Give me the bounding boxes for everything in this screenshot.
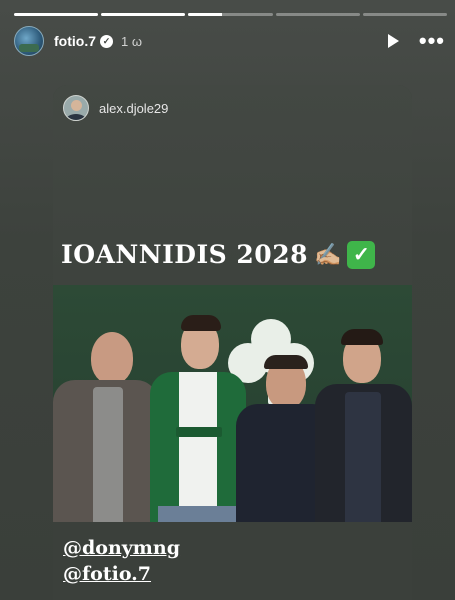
shared-post-username[interactable]: alex.djole29 [99, 101, 168, 116]
mention-list: @donymng @fotio.7 [63, 535, 180, 587]
verified-badge-icon: ✓ [100, 34, 113, 48]
more-icon[interactable]: ••• [419, 30, 445, 52]
progress-segment [188, 13, 273, 16]
headline-text: IOANNIDIS 2028 [61, 240, 308, 269]
progress-segment [275, 13, 360, 16]
mention-tag[interactable]: @donymng [63, 535, 180, 561]
person-left [53, 285, 163, 522]
progress-segment [14, 13, 99, 16]
signing-photo [53, 285, 412, 522]
play-icon[interactable] [387, 34, 399, 48]
shared-post-headline: IOANNIDIS 2028 ✍🏼 ✓ [61, 240, 376, 269]
story-username[interactable]: fotio.7 [54, 33, 96, 49]
story-timestamp: 1 ω [121, 33, 142, 49]
shared-post-card[interactable]: alex.djole29 IOANNIDIS 2028 ✍🏼 ✓ @donymn… [53, 85, 412, 600]
avatar[interactable] [14, 26, 44, 56]
mention-tag[interactable]: @fotio.7 [63, 561, 180, 587]
story-header: fotio.7 ✓ 1 ω ••• [14, 26, 445, 56]
story-frame: fotio.7 ✓ 1 ω ••• alex.djole29 IOANNIDIS… [0, 0, 455, 600]
progress-segment [101, 13, 186, 16]
writing-hand-icon: ✍🏼 [313, 241, 342, 267]
person-right [315, 285, 412, 522]
check-mark-icon: ✓ [347, 240, 376, 269]
progress-segment [362, 13, 448, 16]
story-progress-bar [14, 13, 448, 16]
shared-post-header: alex.djole29 [63, 95, 168, 121]
person-player [148, 285, 248, 522]
avatar[interactable] [63, 95, 89, 121]
